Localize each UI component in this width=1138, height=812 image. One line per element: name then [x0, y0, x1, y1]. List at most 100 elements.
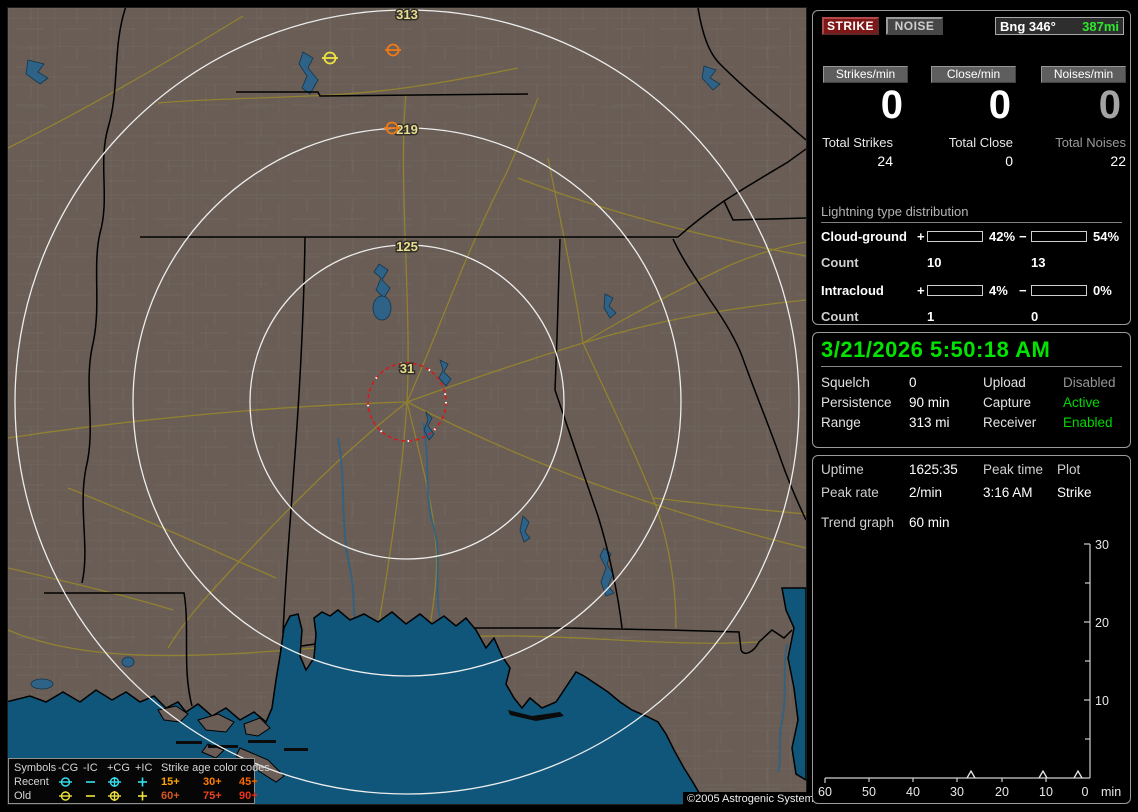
x-tick-20: 20 [995, 785, 1009, 799]
age-code-90: 90+ [239, 790, 258, 802]
persistence-label: Persistence [821, 395, 892, 410]
intracloud-count-row: Count 1 0 [813, 309, 1132, 325]
strike-stats-panel: STRIKE NOISE Bng 346° 387mi Strikes/min … [812, 10, 1131, 325]
total-strikes-block: Total Strikes 24 [813, 135, 893, 169]
ring-label-219: 219 [396, 122, 418, 137]
datetime-divider [821, 366, 1122, 367]
persistence-value: 90 min [909, 395, 950, 410]
ic-positive-count: 1 [927, 309, 935, 324]
y-tick-10: 10 [1095, 694, 1109, 708]
pos-ic-recent-icon [135, 776, 161, 788]
x-tick-10: 10 [1039, 785, 1053, 799]
cg-count-label: Count [821, 255, 859, 270]
nexstorm-app-window: 313 219 125 31 Symbols -CG -IC +CG +IC S… [0, 0, 1138, 812]
range-label: Range [821, 415, 861, 430]
x-tick-50: 50 [862, 785, 876, 799]
x-tick-60: 60 [818, 785, 832, 799]
ring-label-125: 125 [396, 239, 418, 254]
intracloud-row: Intracloud + 4% − 0% [813, 283, 1132, 299]
x-tick-30: 30 [950, 785, 964, 799]
ic-negative-pct: 0% [1093, 283, 1112, 298]
legend-symbols-header: Symbols [14, 762, 57, 774]
receiver-status: Enabled [1063, 415, 1113, 430]
datetime-display: 3/21/2026 5:50:18 AM [821, 337, 1051, 362]
range-value: 313 mi [909, 415, 950, 430]
x-axis-unit: min [1101, 785, 1121, 799]
neg-cg-recent-icon [58, 776, 83, 788]
map-graphic: 313 219 125 31 [8, 8, 806, 804]
cloud-ground-label: Cloud-ground [821, 229, 907, 244]
trend-strike-peaks [966, 769, 1083, 779]
minus-sign: − [1019, 229, 1027, 244]
legend-old-row: Old 60+ 75+ 90+ [14, 789, 258, 803]
strikes-per-min-value: 0 [880, 83, 903, 127]
pos-cg-recent-icon [107, 776, 135, 788]
session-panel: Uptime 1625:35 Peak time Plot Peak rate … [812, 455, 1131, 804]
squelch-label: Squelch [821, 375, 870, 390]
x-tick-40: 40 [906, 785, 920, 799]
x-tick-0: 0 [1082, 785, 1089, 799]
ic-positive-pct: 4% [989, 283, 1008, 298]
age-code-75: 75+ [203, 790, 222, 802]
noise-mode-button[interactable]: NOISE [886, 17, 943, 35]
bearing-label: Bng 346° [1000, 18, 1056, 34]
age-code-45: 45+ [239, 776, 258, 788]
minus-sign: − [1019, 283, 1027, 298]
status-row: Squelch 0 Upload Disabled [813, 375, 1132, 395]
neg-cg-old-icon [58, 790, 83, 802]
legend-age-title: Strike age color codes [161, 762, 270, 774]
bearing-display: Bng 346° 387mi [995, 17, 1124, 35]
bearing-distance: 387mi [1082, 18, 1119, 34]
strikes-per-min-header[interactable]: Strikes/min [823, 66, 908, 83]
close-per-min-header[interactable]: Close/min [931, 66, 1016, 83]
legend-old-label: Old [14, 790, 32, 802]
legend-header-row: Symbols -CG -IC +CG +IC Strike age color… [14, 761, 270, 775]
cg-negative-pct: 54% [1093, 229, 1120, 244]
legend-recent-label: Recent [14, 776, 49, 788]
cg-negative-count: 13 [1031, 255, 1046, 270]
total-strikes-label: Total Strikes [822, 135, 893, 150]
legend-neg-cg-header: -CG [58, 762, 79, 774]
total-close-block: Total Close 0 [933, 135, 1013, 169]
pos-cg-old-icon [107, 790, 135, 802]
trend-graph-chart: 30 20 10 60 50 40 30 20 10 0 min [818, 538, 1121, 799]
cloud-ground-count-row: Count 10 13 [813, 255, 1132, 271]
legend-recent-row: Recent 15+ 30+ 45+ [14, 775, 258, 789]
ic-negative-bar [1031, 285, 1087, 296]
cloud-ground-row: Cloud-ground + 42% − 54% [813, 229, 1132, 245]
total-noises-block: Total Noises 22 [1038, 135, 1126, 169]
cg-positive-pct: 42% [989, 229, 1016, 244]
status-row: Range 313 mi Receiver Enabled [813, 415, 1132, 435]
distribution-title: Lightning type distribution [821, 204, 1122, 223]
lightning-map-canvas[interactable]: 313 219 125 31 Symbols -CG -IC +CG +IC S… [7, 7, 819, 807]
capture-status: Active [1063, 395, 1100, 410]
ring-label-313: 313 [396, 8, 418, 22]
intracloud-label: Intracloud [821, 283, 884, 298]
cg-negative-bar [1031, 231, 1087, 242]
symbol-legend: Symbols -CG -IC +CG +IC Strike age color… [8, 758, 270, 804]
pos-ic-old-icon [135, 790, 161, 802]
legend-pos-ic-header: +IC [135, 762, 153, 774]
age-code-15: 15+ [161, 776, 180, 788]
upload-status: Disabled [1063, 375, 1116, 390]
status-panel: 3/21/2026 5:50:18 AM Squelch 0 Upload Di… [812, 332, 1131, 448]
y-tick-20: 20 [1095, 616, 1109, 630]
cg-positive-bar [927, 231, 983, 242]
noises-per-min-header[interactable]: Noises/min [1041, 66, 1126, 83]
legend-neg-ic-header: -IC [83, 762, 98, 774]
age-code-60: 60+ [161, 790, 180, 802]
plus-sign: + [917, 283, 925, 298]
total-close-label: Total Close [948, 135, 1013, 150]
y-tick-30: 30 [1095, 538, 1109, 552]
close-per-min-value: 0 [988, 83, 1011, 127]
ring-label-31: 31 [400, 361, 414, 376]
capture-label: Capture [983, 395, 1032, 410]
upload-label: Upload [983, 375, 1026, 390]
receiver-label: Receiver [983, 415, 1037, 430]
status-row: Persistence 90 min Capture Active [813, 395, 1132, 415]
total-close-value: 0 [1005, 153, 1013, 169]
total-noises-label: Total Noises [1055, 135, 1126, 150]
strike-mode-button[interactable]: STRIKE [822, 17, 879, 35]
noises-per-min-value: 0 [1098, 83, 1121, 127]
plus-sign: + [917, 229, 925, 244]
